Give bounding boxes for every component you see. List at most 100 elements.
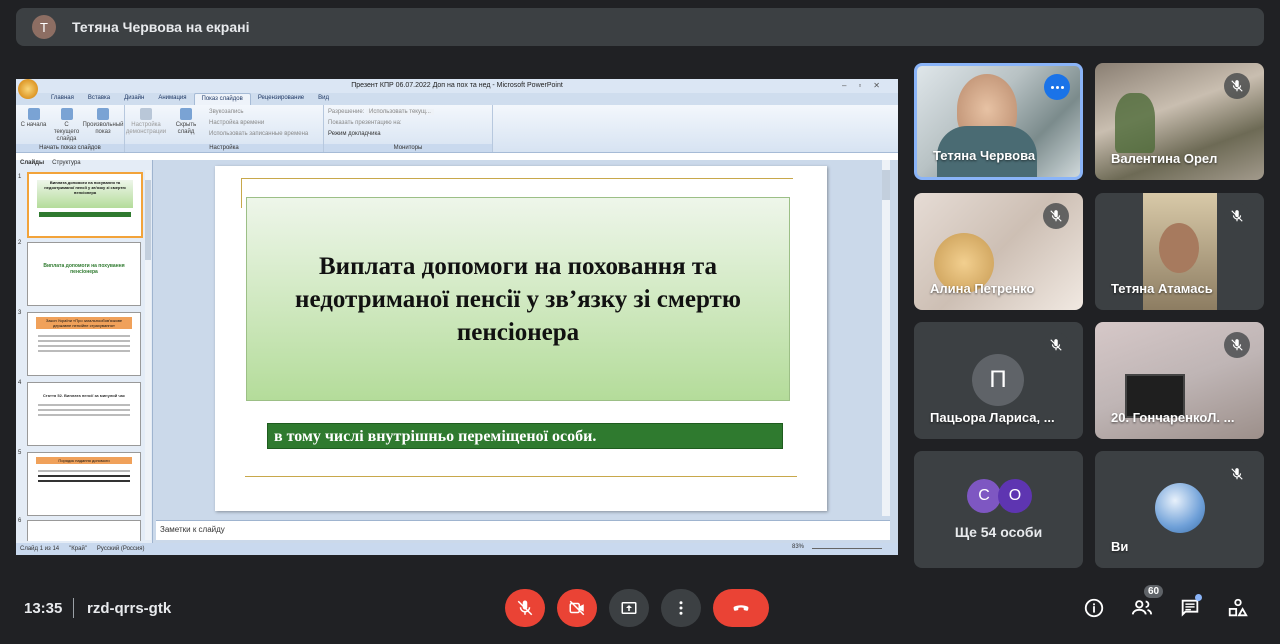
slide-number: 5 bbox=[18, 450, 22, 456]
ribbon-group-label: Настройка bbox=[125, 144, 323, 152]
thumb-title: Закон України «Про загальнообов'язкове д… bbox=[36, 317, 132, 329]
participant-avatar: С bbox=[967, 479, 1001, 513]
window-controls-icon[interactable]: –▫✕ bbox=[842, 79, 892, 93]
mic-off-icon bbox=[1224, 203, 1250, 229]
hide-slide-button[interactable]: Скрыть слайд bbox=[169, 108, 203, 149]
info-icon bbox=[1084, 598, 1104, 618]
participant-tile[interactable]: Тетяна Червова bbox=[914, 63, 1083, 180]
ppt-tab[interactable]: Главная bbox=[44, 93, 81, 105]
participant-name: Валентина Орел bbox=[1111, 151, 1218, 166]
resolution-select[interactable]: Использовать текущ... bbox=[366, 109, 434, 115]
slide-number: 1 bbox=[18, 174, 22, 180]
presenter-avatar: Т bbox=[32, 15, 56, 39]
people-button[interactable]: 60 bbox=[1126, 585, 1164, 624]
camera-toggle-button[interactable] bbox=[557, 589, 597, 627]
slide-thumbnail[interactable]: Порядок надання допомоги bbox=[27, 452, 141, 516]
video-feed bbox=[1115, 93, 1155, 153]
shared-screen: Презент КПР 06.07.2022 Доп на пох та нед… bbox=[16, 79, 898, 555]
slide-info: Слайд 1 из 14 bbox=[20, 546, 60, 552]
more-options-button[interactable] bbox=[661, 589, 701, 627]
rehearse-timings-option[interactable]: Настройка времени bbox=[209, 119, 308, 128]
mic-off-icon bbox=[1224, 332, 1250, 358]
pane-scrollbar[interactable] bbox=[145, 170, 151, 540]
ppt-tab[interactable]: Рецензирование bbox=[251, 93, 311, 105]
from-start-button[interactable]: С начала bbox=[20, 108, 47, 149]
leave-call-button[interactable] bbox=[713, 589, 769, 627]
notes-field[interactable]: Заметки к слайду bbox=[156, 520, 890, 540]
people-count-badge: 60 bbox=[1144, 585, 1164, 598]
meeting-details-button[interactable] bbox=[1078, 592, 1110, 624]
ribbon-group-label: Мониторы bbox=[324, 144, 492, 152]
mic-off-icon bbox=[1224, 73, 1250, 99]
participant-tile[interactable]: 20. ГончаренкоЛ. ... bbox=[1095, 322, 1264, 439]
ppt-tab[interactable]: Дизайн bbox=[117, 93, 151, 105]
custom-show-button[interactable]: Произвольный показ bbox=[82, 108, 124, 149]
self-tile[interactable]: Ви bbox=[1095, 451, 1264, 568]
present-screen-button[interactable] bbox=[609, 589, 649, 627]
zoom-control[interactable]: 83% bbox=[782, 544, 892, 552]
globe-avatar-icon bbox=[1155, 483, 1205, 533]
mic-off-icon bbox=[1043, 332, 1069, 358]
slide-thumbnail[interactable] bbox=[27, 520, 141, 541]
ppt-tab[interactable]: Анимация bbox=[151, 93, 193, 105]
slides-pane: Слайды Структура 1 Виплата допомоги на п… bbox=[16, 160, 153, 543]
zoom-level: 83% bbox=[792, 544, 805, 550]
ppt-ribbon: С начала С текущего слайда Произвольный … bbox=[16, 105, 898, 153]
ppt-window-title: Презент КПР 06.07.2022 Доп на пох та нед… bbox=[351, 82, 563, 89]
ribbon-group-start: С начала С текущего слайда Произвольный … bbox=[16, 105, 125, 152]
from-current-button[interactable]: С текущего слайда bbox=[53, 108, 80, 149]
slide-number: 4 bbox=[18, 380, 22, 386]
more-participants-tile[interactable]: С О Ще 54 особи bbox=[914, 451, 1083, 568]
slide-thumbnail[interactable]: Виплата допомоги на похування пенсіонера bbox=[27, 242, 141, 306]
record-narration-option[interactable]: Звукозапись bbox=[209, 108, 308, 117]
slide-thumbnail[interactable]: Стаття 52. Виплата пенсії за минулий час bbox=[27, 382, 141, 446]
slide-subtitle: в тому числі внутрішньо переміщеної особ… bbox=[267, 423, 783, 449]
slide-title: Виплата допомоги на поховання та недотри… bbox=[295, 252, 741, 346]
ppt-tab-active[interactable]: Показ слайдов bbox=[193, 93, 251, 105]
thumb-title: Порядок надання допомоги bbox=[36, 457, 132, 464]
tab-slides[interactable]: Слайды bbox=[20, 160, 44, 170]
participant-tile[interactable]: Валентина Орел bbox=[1095, 63, 1264, 180]
participant-tile[interactable]: П Пацьора Лариса, ... bbox=[914, 322, 1083, 439]
participant-tile[interactable]: Тетяна Атамась bbox=[1095, 193, 1264, 310]
zoom-slider[interactable] bbox=[812, 548, 882, 549]
speaking-indicator-icon bbox=[1044, 74, 1070, 100]
present-screen-icon bbox=[621, 602, 637, 614]
presenter-view-checkbox[interactable]: Режим докладчика bbox=[328, 130, 434, 139]
chat-button[interactable] bbox=[1174, 592, 1206, 624]
slide-title-box: Виплата допомоги на поховання та недотри… bbox=[246, 197, 790, 401]
slide-thumbnail[interactable]: Виплата допомоги на похування та недоотр… bbox=[27, 172, 143, 238]
ppt-status-bar: Слайд 1 из 14 "Край" Русский (Россия) 83… bbox=[16, 543, 898, 555]
slide-scrollbar[interactable] bbox=[882, 160, 890, 516]
setup-options: Звукозапись Настройка времени Использова… bbox=[209, 108, 308, 149]
theme-name: "Край" bbox=[69, 546, 87, 552]
mic-off-icon bbox=[1224, 461, 1250, 487]
slide-thumbnail[interactable]: Закон України «Про загальнообов'язкове д… bbox=[27, 312, 141, 376]
ppt-tab[interactable]: Вставка bbox=[81, 93, 117, 105]
slide-divider bbox=[241, 178, 793, 179]
ppt-tab[interactable]: Вид bbox=[311, 93, 336, 105]
setup-icon bbox=[140, 108, 152, 120]
camera-off-icon bbox=[569, 600, 585, 616]
slide-divider bbox=[245, 476, 797, 477]
tab-outline[interactable]: Структура bbox=[52, 160, 80, 170]
slide-number: 3 bbox=[18, 310, 22, 316]
show-on-select[interactable]: Показать презентацию на: bbox=[328, 119, 434, 128]
setup-show-button[interactable]: Настройка демонстрации bbox=[126, 108, 166, 149]
clock: 13:35 bbox=[24, 600, 63, 617]
thumb-title: Виплата допомоги на похування та недоотр… bbox=[37, 180, 133, 208]
ribbon-group-setup: Настройка демонстрации Скрыть слайд Звук… bbox=[125, 105, 324, 152]
use-timings-checkbox[interactable]: Использовать записанные времена bbox=[209, 130, 308, 139]
participant-tile[interactable]: Алина Петренко bbox=[914, 193, 1083, 310]
slide-editor: Виплата допомоги на поховання та недотри… bbox=[156, 160, 892, 516]
office-button-icon[interactable] bbox=[18, 79, 38, 99]
ppt-ribbon-tabs: Главная Вставка Дизайн Анимация Показ сл… bbox=[16, 93, 898, 105]
current-slide[interactable]: Виплата допомоги на поховання та недотри… bbox=[215, 166, 827, 511]
slideshow-icon bbox=[27, 108, 40, 120]
thumb-bar bbox=[39, 212, 131, 217]
monitor-options: Разрешение: Использовать текущ... Показа… bbox=[328, 108, 434, 149]
activities-button[interactable] bbox=[1222, 592, 1254, 624]
participant-name: Тетяна Червова bbox=[933, 148, 1036, 163]
mic-toggle-button[interactable] bbox=[505, 589, 545, 627]
mic-off-icon bbox=[517, 600, 533, 616]
